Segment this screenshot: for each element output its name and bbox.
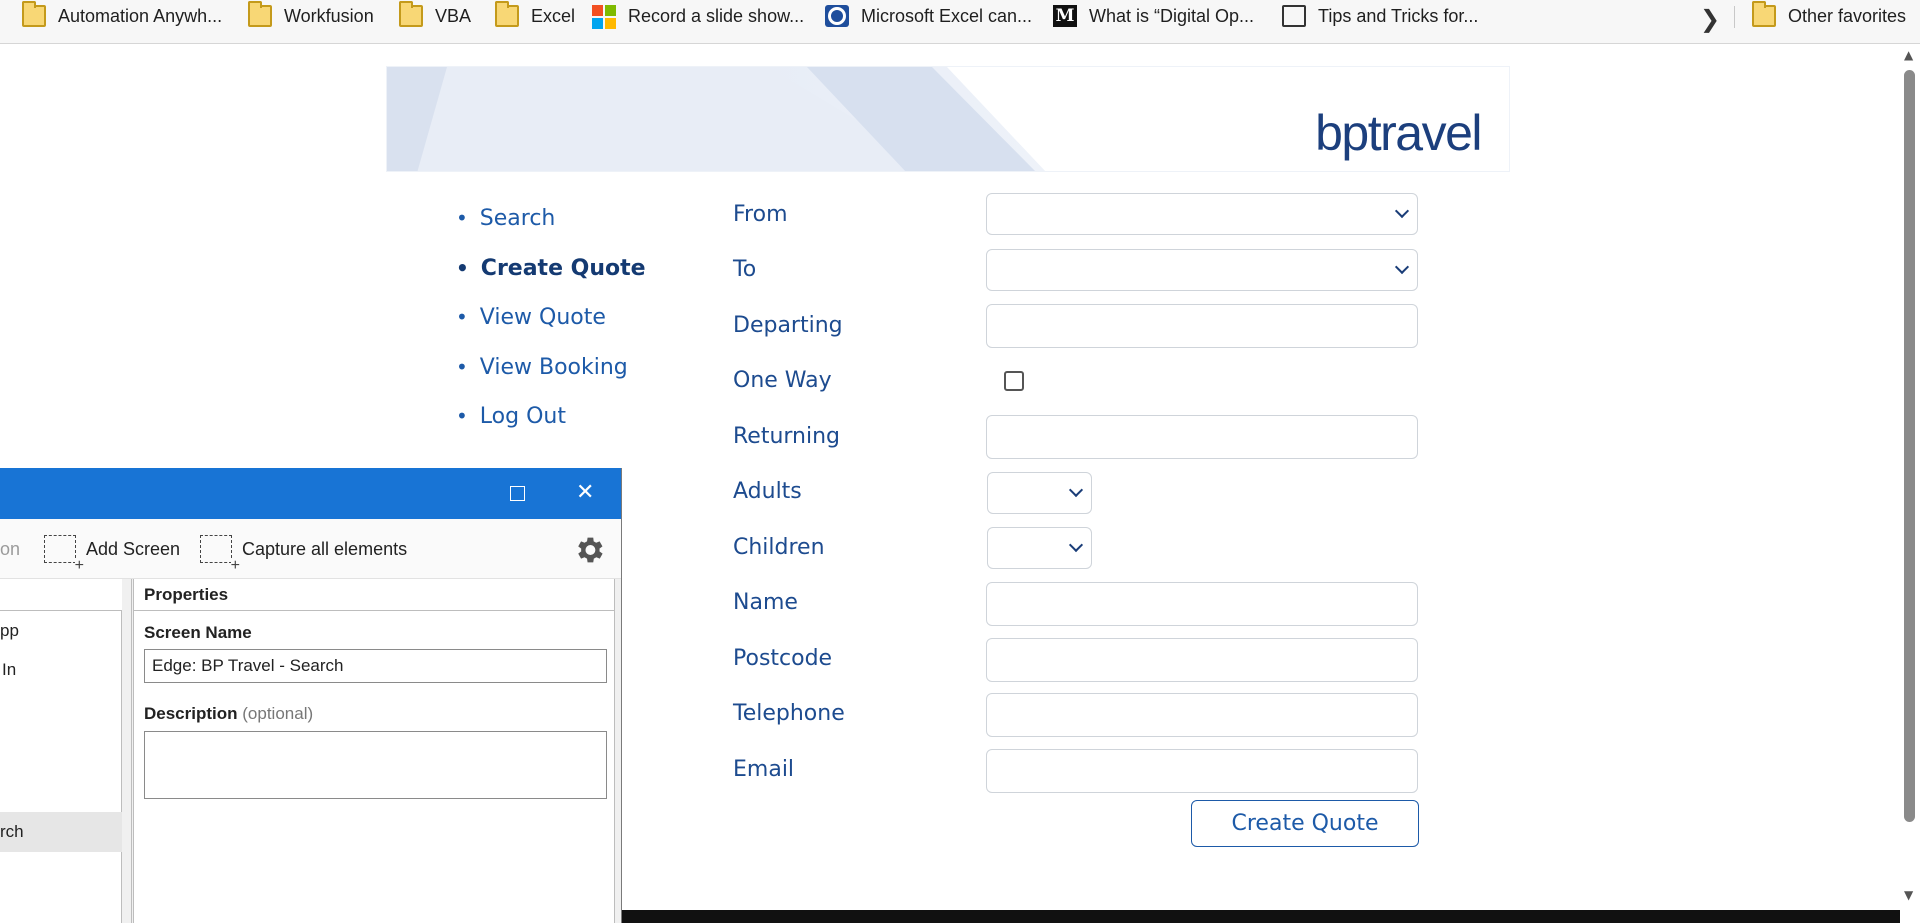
folder-icon <box>399 1 423 27</box>
application-modeller-dialog: ✕ on Add Screen Capture all elements pp … <box>0 468 622 923</box>
favorite-digital-op[interactable]: M What is “Digital Op... <box>1053 0 1254 32</box>
departing-input[interactable] <box>986 304 1418 348</box>
adults-select[interactable] <box>987 472 1092 514</box>
toolbar-partial-item[interactable]: on <box>0 534 20 564</box>
description-textarea[interactable] <box>144 731 607 799</box>
one-way-label: One Way <box>733 368 832 393</box>
favorite-record-slide-show[interactable]: Record a slide show... <box>592 0 804 32</box>
adults-label: Adults <box>733 479 802 504</box>
favorite-label: Automation Anywh... <box>58 5 223 26</box>
create-quote-button[interactable]: Create Quote <box>1191 800 1419 847</box>
to-label: To <box>733 257 757 282</box>
favorite-vba[interactable]: VBA <box>399 0 471 32</box>
bptravel-logo[interactable]: bptravel <box>1315 104 1482 162</box>
taskbar-edge <box>620 910 1900 923</box>
other-favorites[interactable]: Other favorites <box>1752 0 1906 32</box>
children-select[interactable] <box>987 527 1092 569</box>
tree-header <box>0 579 122 611</box>
gear-icon[interactable] <box>572 533 606 567</box>
favorites-bar: Automation Anywh... Workfusion VBA Excel… <box>0 0 1920 44</box>
add-screen-button[interactable]: Add Screen <box>44 534 181 574</box>
favorite-tips-and-tricks[interactable]: Tips and Tricks for... <box>1279 0 1478 32</box>
folder-icon <box>248 1 272 27</box>
chevron-down-icon <box>1068 482 1084 498</box>
email-label: Email <box>733 757 795 782</box>
children-label: Children <box>733 535 825 560</box>
nav-create-quote-link[interactable]: Create Quote <box>456 248 646 288</box>
favorite-label: Workfusion <box>284 5 374 26</box>
to-select[interactable] <box>986 249 1418 291</box>
properties-panel: Properties Screen Name Edge: BP Travel -… <box>133 579 615 923</box>
favorite-excel[interactable]: Excel <box>495 0 575 32</box>
tree-item[interactable]: In <box>2 660 16 680</box>
from-label: From <box>733 202 788 227</box>
site-banner: bptravel <box>386 66 1510 172</box>
maximize-icon[interactable] <box>510 486 525 501</box>
favorite-label: VBA <box>435 5 472 26</box>
departing-label: Departing <box>733 313 843 338</box>
dialog-title-bar[interactable]: ✕ <box>0 468 621 519</box>
folder-icon <box>22 1 46 27</box>
page-icon <box>1282 5 1306 27</box>
email-input[interactable] <box>986 749 1418 793</box>
one-way-checkbox[interactable] <box>1004 371 1024 391</box>
nav-search-link[interactable]: Search <box>456 198 556 238</box>
nav-log-out-link[interactable]: Log Out <box>456 396 566 436</box>
description-label-text: Description <box>144 704 238 723</box>
nav-view-booking-link[interactable]: View Booking <box>456 347 628 387</box>
favorite-label: Microsoft Excel can... <box>861 5 1033 26</box>
folder-icon <box>1752 1 1776 27</box>
returning-input[interactable] <box>986 415 1418 459</box>
scroll-down-arrow-icon[interactable]: ▼ <box>1904 888 1913 902</box>
favorite-microsoft-excel[interactable]: Microsoft Excel can... <box>825 0 1032 32</box>
telephone-label: Telephone <box>733 701 845 726</box>
favorites-divider <box>1734 6 1735 28</box>
chevron-down-icon <box>1068 537 1084 553</box>
capture-elements-icon <box>200 535 240 574</box>
telephone-input[interactable] <box>986 693 1418 737</box>
other-favorites-label: Other favorites <box>1788 5 1907 26</box>
folder-icon <box>495 1 519 27</box>
favorite-label: Record a slide show... <box>628 5 805 26</box>
favorite-label: Excel <box>531 5 576 26</box>
capture-all-elements-button[interactable]: Capture all elements <box>200 534 408 574</box>
capture-all-label: Capture all elements <box>242 538 408 559</box>
medium-m-icon: M <box>1053 5 1077 27</box>
more-favorites-chevron-icon[interactable]: ❯ <box>1700 5 1720 33</box>
nav-view-quote-link[interactable]: View Quote <box>456 297 606 337</box>
favorite-label: What is “Digital Op... <box>1089 5 1255 26</box>
description-optional-hint: (optional) <box>242 704 314 723</box>
favorite-workfusion[interactable]: Workfusion <box>248 0 374 32</box>
screen-name-input[interactable]: Edge: BP Travel - Search <box>144 649 607 683</box>
name-label: Name <box>733 590 798 615</box>
postcode-label: Postcode <box>733 646 833 671</box>
chevron-down-icon <box>1394 259 1410 275</box>
screen-name-label: Screen Name <box>144 623 252 642</box>
close-icon[interactable]: ✕ <box>576 480 594 505</box>
panel-splitter[interactable] <box>124 579 132 923</box>
dialog-toolbar: on Add Screen Capture all elements <box>0 519 621 579</box>
description-label: Description (optional) <box>144 704 313 724</box>
tree-item[interactable]: pp <box>0 621 19 641</box>
returning-label: Returning <box>733 424 841 449</box>
from-select[interactable] <box>986 193 1418 235</box>
scroll-up-arrow-icon[interactable]: ▲ <box>1904 48 1913 62</box>
favorite-automation-anywhere[interactable]: Automation Anywh... <box>22 0 222 32</box>
favorite-label: Tips and Tricks for... <box>1318 5 1479 26</box>
chevron-down-icon <box>1394 203 1410 219</box>
tree-item-selected[interactable]: rch <box>0 812 122 852</box>
screen-tree-panel: pp In rch <box>0 579 122 923</box>
add-screen-icon <box>44 535 84 574</box>
properties-header: Properties <box>134 579 614 611</box>
add-screen-label: Add Screen <box>86 538 181 559</box>
postcode-input[interactable] <box>986 638 1418 682</box>
circle-logo-icon <box>825 5 849 27</box>
microsoft-icon <box>592 5 616 29</box>
scrollbar-thumb[interactable] <box>1904 70 1915 822</box>
name-input[interactable] <box>986 582 1418 626</box>
